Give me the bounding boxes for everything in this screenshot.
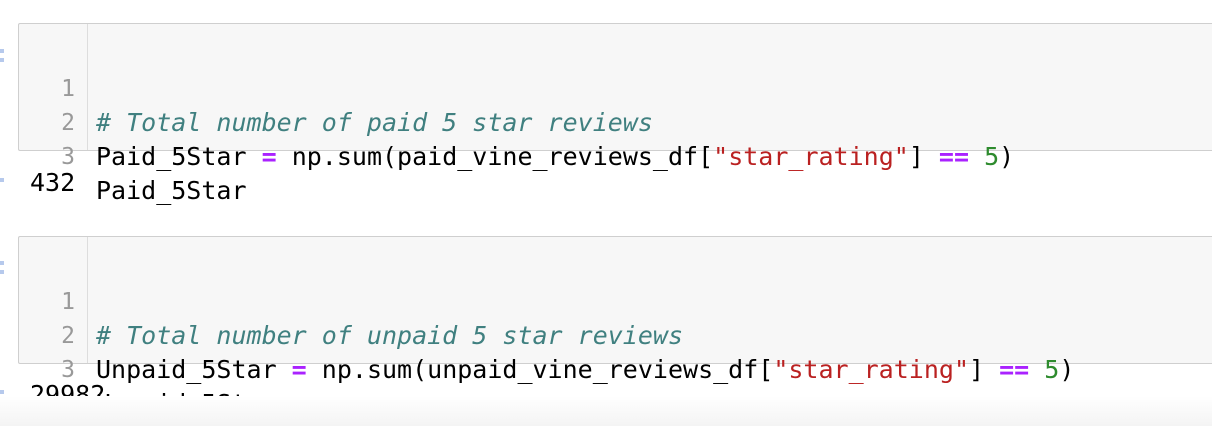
code-line[interactable]: 3 Paid_5Star	[19, 106, 246, 205]
input-prompt-marker	[0, 49, 4, 53]
output-prompt-marker	[0, 178, 4, 182]
code-token: Paid_5Star	[96, 176, 247, 205]
code-token: 5	[984, 142, 1000, 171]
code-token: )	[1059, 355, 1075, 384]
code-line[interactable]: 3 Unpaid_5Star	[19, 319, 276, 418]
cell-output: 432	[30, 168, 76, 197]
code-token: =	[261, 142, 277, 171]
code-token: np.sum(paid_vine_reviews_df[	[276, 142, 714, 171]
code-token: 5	[1044, 355, 1060, 384]
code-token: )	[999, 142, 1015, 171]
cell-input-editor[interactable]: 1 # Total number of unpaid 5 star review…	[18, 236, 1212, 418]
code-token: # Total number of unpaid 5 star reviews	[96, 321, 683, 350]
input-prompt-marker	[0, 261, 4, 265]
code-token: ]	[969, 355, 1000, 384]
input-prompt-marker	[0, 270, 4, 274]
code-text: # Total number of unpaid 5 star reviews	[96, 319, 683, 353]
cell-input-editor[interactable]: 1 # Total number of paid 5 star reviews …	[18, 23, 1212, 205]
code-text: Paid_5Star	[96, 174, 247, 208]
code-line[interactable]: 1 # Total number of unpaid 5 star review…	[19, 251, 683, 350]
code-token: ==	[999, 355, 1030, 384]
code-cell-1[interactable]: 1 # Total number of paid 5 star reviews …	[0, 0, 1212, 210]
code-token: np.sum(unpaid_vine_reviews_df[	[306, 355, 774, 384]
code-token: # Total number of paid 5 star reviews	[96, 108, 653, 137]
code-line[interactable]: 2 Unpaid_5Star = np.sum(unpaid_vine_revi…	[19, 285, 1074, 384]
code-token: Unpaid_5Star	[96, 355, 292, 384]
input-prompt-marker	[0, 58, 4, 62]
output-prompt-marker	[0, 390, 4, 394]
code-token: Paid_5Star	[96, 142, 262, 171]
code-token: =	[291, 355, 307, 384]
code-token: "star_rating"	[713, 142, 909, 171]
code-line[interactable]: 1 # Total number of paid 5 star reviews	[19, 38, 653, 137]
code-token: "star_rating"	[773, 355, 969, 384]
code-cell-2[interactable]: 1 # Total number of unpaid 5 star review…	[0, 212, 1212, 422]
code-token: ]	[908, 142, 939, 171]
code-text: Unpaid_5Star = np.sum(unpaid_vine_review…	[96, 353, 1074, 387]
code-token: ==	[938, 142, 970, 171]
code-line[interactable]: 2 Paid_5Star = np.sum(paid_vine_reviews_…	[19, 72, 1014, 171]
code-text: Paid_5Star = np.sum(paid_vine_reviews_df…	[96, 140, 1014, 174]
code-text: # Total number of paid 5 star reviews	[96, 106, 653, 140]
notebook-bottom-edge	[0, 396, 1212, 426]
